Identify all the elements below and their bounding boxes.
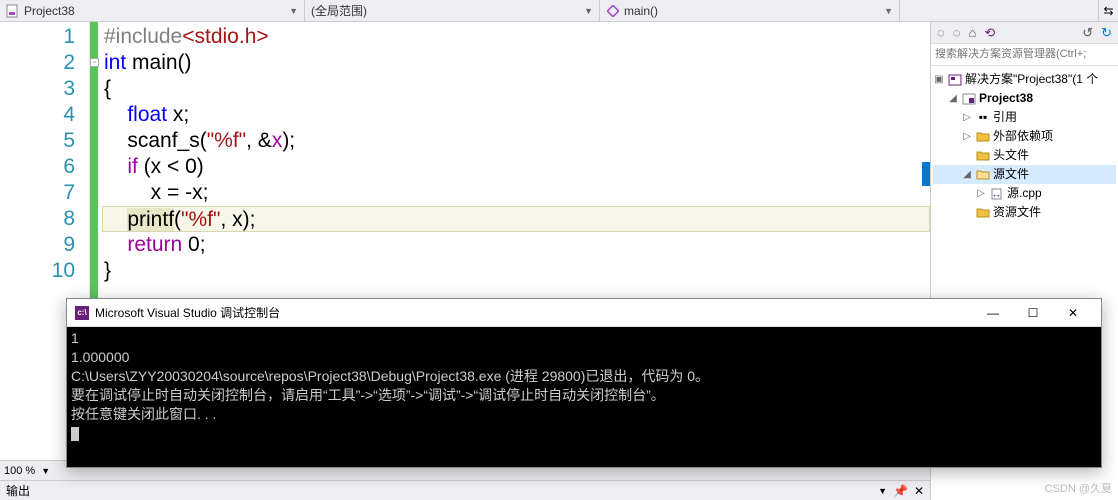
search-input[interactable]: [935, 48, 1114, 60]
solution-node[interactable]: ▣ 解决方案"Project38"(1 个: [933, 70, 1116, 89]
code-line: {: [104, 76, 930, 102]
code-line: scanf_s("%f", &x);: [104, 128, 930, 154]
svg-text:++: ++: [993, 194, 1001, 200]
console-titlebar[interactable]: c:\ Microsoft Visual Studio 调试控制台 — ☐ ✕: [67, 299, 1101, 327]
chevron-down-icon[interactable]: ▼: [878, 486, 887, 496]
split-button[interactable]: ⇆: [1098, 0, 1118, 21]
console-icon: c:\: [75, 306, 89, 320]
references-icon: ▪▪: [975, 111, 991, 125]
watermark: CSDN @久夏: [1045, 480, 1112, 496]
maximize-button[interactable]: ☐: [1013, 300, 1053, 326]
console-output[interactable]: 1 1.000000 C:\Users\ZYY20030204\source\r…: [67, 327, 1101, 467]
cpp-file-node[interactable]: ▷ ++ 源.cpp: [933, 184, 1116, 203]
project-node[interactable]: ◢ Project38: [933, 89, 1116, 108]
expand-collapse-icon[interactable]: ◢: [947, 89, 959, 108]
project-icon: [961, 92, 977, 106]
folder-icon: [975, 149, 991, 163]
chevron-down-icon[interactable]: ▣: [933, 70, 945, 89]
console-title: Microsoft Visual Studio 调试控制台: [95, 304, 973, 321]
zoom-level[interactable]: 100 %: [4, 465, 35, 477]
references-node[interactable]: ▷ ▪▪ 引用: [933, 108, 1116, 127]
project-name: Project38: [24, 4, 285, 18]
chevron-down-icon: ▼: [289, 6, 298, 16]
member-dropdown[interactable]: main() ▼: [600, 0, 900, 21]
scroll-marker: [922, 162, 930, 186]
chevron-down-icon: ▼: [884, 6, 893, 16]
code-line: }: [104, 258, 930, 284]
cpp-file-icon: [6, 4, 20, 18]
explorer-toolbar: ◌ ◌ ⌂ ⟲ ↺ ↻: [931, 22, 1118, 44]
history-icon[interactable]: ↺: [1082, 25, 1093, 41]
code-line: return 0;: [104, 232, 930, 258]
folder-open-icon: [975, 168, 991, 182]
resources-node[interactable]: 资源文件: [933, 203, 1116, 222]
home-icon[interactable]: ⌂: [968, 25, 976, 40]
chevron-down-icon[interactable]: ▼: [41, 466, 50, 476]
output-label[interactable]: 输出: [6, 482, 30, 499]
back-icon[interactable]: ◌: [937, 25, 945, 40]
code-line: #include<stdio.h>: [104, 24, 930, 50]
fold-icon[interactable]: -: [90, 58, 99, 67]
pin-icon[interactable]: 📌: [893, 484, 908, 498]
code-line: if (x < 0): [104, 154, 930, 180]
member-label: main(): [624, 4, 880, 18]
refresh-icon[interactable]: ↻: [1101, 25, 1112, 41]
method-icon: [606, 4, 620, 18]
code-line: x = -x;: [104, 180, 930, 206]
code-line-current: printf("%f", x);: [102, 206, 930, 232]
folder-icon: [975, 130, 991, 144]
folder-icon: [975, 206, 991, 220]
code-line: float x;: [104, 102, 930, 128]
close-button[interactable]: ✕: [1053, 300, 1093, 326]
explorer-search[interactable]: [931, 44, 1118, 66]
minimize-button[interactable]: —: [973, 300, 1013, 326]
scope-dropdown[interactable]: (全局范围) ▼: [305, 0, 600, 21]
sync-icon[interactable]: ⟲: [984, 25, 995, 41]
expand-collapse-icon[interactable]: ▷: [975, 184, 987, 203]
forward-icon[interactable]: ◌: [953, 25, 961, 40]
cpp-file-icon: ++: [989, 187, 1005, 201]
expand-collapse-icon[interactable]: ◢: [961, 165, 973, 184]
project-dropdown[interactable]: Project38 ▼: [0, 0, 305, 21]
solution-icon: [947, 73, 963, 87]
expand-collapse-icon[interactable]: ▷: [961, 108, 973, 127]
close-icon[interactable]: ✕: [914, 484, 924, 498]
code-line: -int main(): [104, 50, 930, 76]
headers-node[interactable]: 头文件: [933, 146, 1116, 165]
external-deps-node[interactable]: ▷ 外部依赖项: [933, 127, 1116, 146]
sources-node[interactable]: ◢ 源文件: [933, 165, 1116, 184]
cursor: [71, 427, 79, 441]
chevron-down-icon: ▼: [584, 6, 593, 16]
debug-console-window: c:\ Microsoft Visual Studio 调试控制台 — ☐ ✕ …: [66, 298, 1102, 468]
expand-collapse-icon[interactable]: ▷: [961, 127, 973, 146]
output-panel-header: 输出 ▼ 📌 ✕: [0, 480, 930, 500]
scope-label: (全局范围): [311, 2, 580, 19]
context-toolbar: Project38 ▼ (全局范围) ▼ main() ▼ ⇆: [0, 0, 1118, 22]
solution-tree[interactable]: ▣ 解决方案"Project38"(1 个 ◢ Project38 ▷ ▪▪ 引…: [931, 66, 1118, 226]
